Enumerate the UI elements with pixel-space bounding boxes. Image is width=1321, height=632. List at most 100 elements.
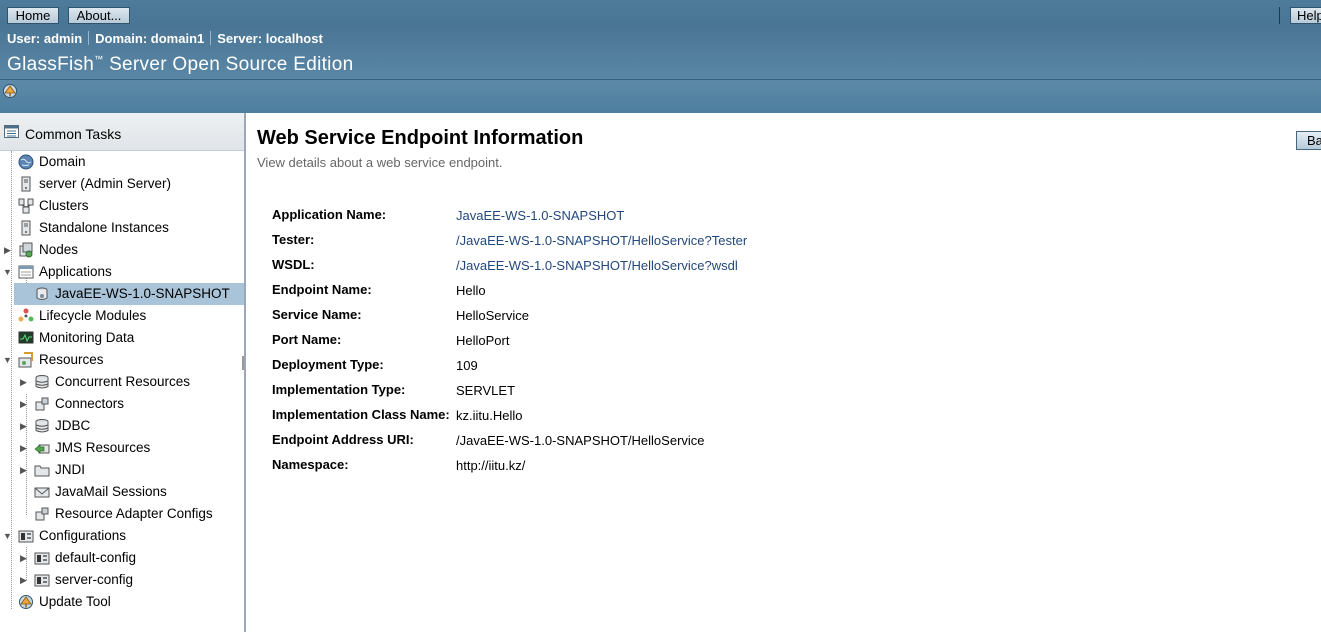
database-icon: [35, 375, 49, 389]
tree-item-concurrent-resources[interactable]: ▶ Concurrent Resources: [0, 371, 244, 393]
common-tasks-header[interactable]: Common Tasks: [0, 113, 244, 151]
product-edition: Server Open Source Edition: [103, 54, 354, 75]
tree-item-applications[interactable]: ▼ Applications: [0, 261, 244, 283]
tree-item-label: server (Admin Server): [39, 176, 172, 191]
update-available-icon[interactable]: [2, 83, 18, 99]
expand-arrow-icon[interactable]: ▶: [20, 459, 28, 481]
field-label: Implementation Class Name:: [272, 407, 450, 422]
tree-item-label: JavaMail Sessions: [55, 484, 167, 499]
field-label: WSDL:: [272, 257, 315, 272]
server-icon: [21, 220, 31, 236]
about-button[interactable]: About...: [68, 7, 130, 24]
port-name-value: HelloPort: [456, 333, 510, 348]
field-label: Port Name:: [272, 332, 342, 347]
tree-item-label: default-config: [55, 550, 137, 565]
tree-item-label: Monitoring Data: [39, 330, 135, 345]
info-separator: [88, 31, 90, 45]
expand-arrow-icon[interactable]: ▶: [20, 569, 28, 591]
tree-item-label: server-config: [55, 572, 134, 587]
wsdl-link[interactable]: /JavaEE-WS-1.0-SNAPSHOT/HelloService?wsd…: [456, 258, 738, 273]
info-separator: [210, 31, 212, 45]
expand-arrow-icon[interactable]: ▶: [20, 437, 28, 459]
tree-item-configurations[interactable]: ▼ Configurations: [0, 525, 244, 547]
tree-item-default-config[interactable]: ▶ default-config: [0, 547, 244, 569]
configuration-icon: [34, 552, 50, 565]
tree-item-resources[interactable]: ▼ Resources: [0, 349, 244, 371]
expand-arrow-icon[interactable]: ▶: [20, 371, 28, 393]
tree-item-label: Resource Adapter Configs: [55, 506, 213, 521]
expand-arrow-icon[interactable]: ▶: [20, 393, 28, 415]
tree-item-monitoring-data[interactable]: Monitoring Data: [0, 327, 244, 349]
tester-link[interactable]: /JavaEE-WS-1.0-SNAPSHOT/HelloService?Tes…: [456, 233, 747, 248]
domain-label: Domain:: [95, 31, 148, 46]
masthead-status-bar: [0, 80, 1321, 113]
configuration-icon: [18, 530, 34, 543]
sidebar-resize-handle[interactable]: [242, 356, 244, 370]
page-title: Web Service Endpoint Information: [257, 127, 584, 149]
expand-arrow-icon[interactable]: ▶: [4, 239, 12, 261]
cluster-icon: [18, 198, 34, 214]
globe-icon: [18, 154, 34, 170]
home-button[interactable]: Home: [7, 7, 59, 24]
user-label: User:: [7, 31, 41, 46]
user-info: User: admin Domain: domain1 Server: localh…: [7, 31, 323, 46]
server-label: Server:: [217, 31, 263, 46]
tree-item-server-config[interactable]: ▶ server-config: [0, 569, 244, 591]
tree-item-jms-resources[interactable]: ▶ JMS Resources: [0, 437, 244, 459]
implementation-class-value: kz.iitu.Hello: [456, 408, 523, 423]
collapse-arrow-icon[interactable]: ▼: [3, 349, 12, 371]
tree-item-connectors[interactable]: ▶ Connectors: [0, 393, 244, 415]
common-tasks-label: Common Tasks: [25, 126, 122, 142]
namespace-value: http://iitu.kz/: [456, 458, 526, 473]
tree-item-label: Standalone Instances: [39, 220, 169, 235]
common-tasks-icon: [4, 125, 19, 138]
tree-item-label: Clusters: [39, 198, 89, 213]
tree-item-lifecycle-modules[interactable]: Lifecycle Modules: [0, 305, 244, 327]
tree-item-label: JMS Resources: [55, 440, 151, 455]
tree-item-label: Configurations: [39, 528, 127, 543]
update-tool-icon: [19, 595, 33, 609]
tree-item-label: Connectors: [55, 396, 125, 411]
page-help-text: View details about a web service endpoin…: [257, 155, 503, 170]
tree-item-label: JavaEE-WS-1.0-SNAPSHOT: [55, 286, 230, 301]
tree-item-update-tool[interactable]: Update Tool: [0, 591, 244, 613]
monitor-icon: [18, 331, 34, 344]
domain-value: domain1: [150, 31, 205, 46]
service-name-value: HelloService: [456, 308, 529, 323]
collapse-arrow-icon[interactable]: ▼: [3, 261, 12, 283]
field-label: Application Name:: [272, 207, 387, 222]
field-label: Endpoint Address URI:: [272, 432, 414, 447]
field-label: Implementation Type:: [272, 382, 406, 397]
web-service-icon: [36, 287, 48, 300]
tree-item-standalone-instances[interactable]: Standalone Instances: [0, 217, 244, 239]
tree-item-javaee-ws-app[interactable]: JavaEE-WS-1.0-SNAPSHOT: [14, 283, 244, 305]
tree-item-label: Concurrent Resources: [55, 374, 191, 389]
back-button[interactable]: Back: [1296, 131, 1321, 150]
application-name-link[interactable]: JavaEE-WS-1.0-SNAPSHOT: [456, 208, 624, 223]
expand-arrow-icon[interactable]: ▶: [20, 415, 28, 437]
help-separator: [1279, 7, 1280, 24]
product-name: GlassFish™ Server Open Source Edition: [7, 54, 353, 76]
navigation-tree: Common Tasks Domain server (Admin Server…: [0, 113, 246, 632]
mail-icon: [34, 487, 50, 498]
tree-item-server[interactable]: server (Admin Server): [0, 173, 244, 195]
user-value: admin: [43, 31, 83, 46]
configuration-icon: [34, 574, 50, 587]
collapse-arrow-icon[interactable]: ▼: [3, 525, 12, 547]
expand-arrow-icon[interactable]: ▶: [20, 547, 28, 569]
product-brand: GlassFish: [7, 54, 95, 75]
tree-item-label: JDBC: [55, 418, 91, 433]
tree-item-domain[interactable]: Domain: [0, 151, 244, 173]
tree-item-label: JNDI: [55, 462, 85, 477]
tree-item-clusters[interactable]: Clusters: [0, 195, 244, 217]
tree-item-nodes[interactable]: ▶ Nodes: [0, 239, 244, 261]
tree-item-javamail-sessions[interactable]: JavaMail Sessions: [0, 481, 244, 503]
tree-item-resource-adapter-configs[interactable]: Resource Adapter Configs: [0, 503, 244, 525]
tree-item-label: Update Tool: [39, 594, 111, 609]
field-label: Tester:: [272, 232, 315, 247]
help-button[interactable]: Help: [1290, 7, 1321, 24]
tree-item-jdbc[interactable]: ▶ JDBC: [0, 415, 244, 437]
tree-item-jndi[interactable]: ▶ JNDI: [0, 459, 244, 481]
field-label: Deployment Type:: [272, 357, 384, 372]
folder-icon: [34, 465, 50, 477]
